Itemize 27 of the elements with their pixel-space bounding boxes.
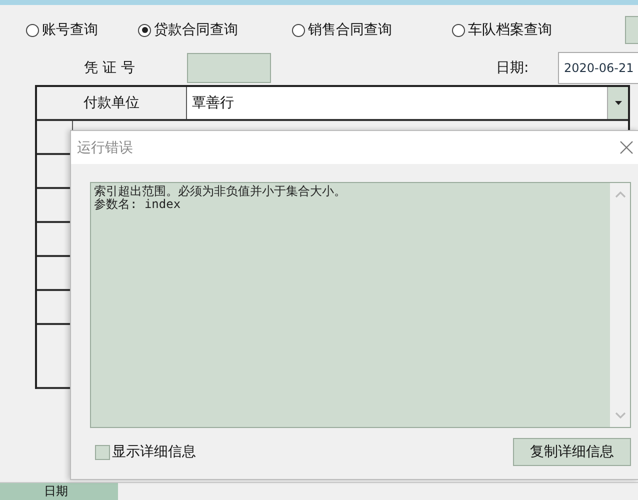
checkbox[interactable] bbox=[95, 444, 110, 460]
radio-label[interactable]: 销售合同查询 bbox=[308, 21, 392, 39]
radio-label[interactable]: 车队档案查询 bbox=[468, 21, 552, 39]
radio-button[interactable] bbox=[452, 24, 465, 36]
error-message-box[interactable]: 索引超出范围。必须为非负值并小于集合大小。 参数名: index bbox=[90, 182, 631, 428]
error-message-line: 索引超出范围。必须为非负值并小于集合大小。 bbox=[94, 185, 346, 198]
voucher-label: 凭 证 号 bbox=[84, 59, 136, 77]
dialog-title: 运行错误 bbox=[77, 138, 133, 156]
copy-details-button[interactable]: 复制详细信息 bbox=[513, 438, 631, 466]
date-field[interactable]: 2020-06-21 bbox=[558, 52, 638, 84]
scrollbar[interactable] bbox=[610, 183, 630, 427]
radio-button[interactable] bbox=[292, 24, 305, 36]
button[interactable] bbox=[625, 16, 638, 44]
scroll-down-icon[interactable] bbox=[614, 412, 626, 419]
close-icon[interactable] bbox=[620, 141, 633, 154]
payer-dropdown[interactable]: 覃善行 bbox=[187, 87, 628, 119]
radio-label[interactable]: 贷款合同查询 bbox=[154, 21, 238, 39]
column-header: 日期 bbox=[0, 483, 118, 500]
radio-button[interactable] bbox=[138, 24, 151, 36]
checkbox-label[interactable]: 显示详细信息 bbox=[112, 443, 196, 461]
voucher-field[interactable] bbox=[187, 53, 271, 83]
radio-label[interactable]: 账号查询 bbox=[42, 21, 98, 39]
error-message-line: 参数名: index bbox=[94, 198, 181, 211]
date-label: 日期: bbox=[496, 59, 530, 77]
radio-button[interactable] bbox=[26, 24, 39, 36]
dropdown-arrow-icon bbox=[614, 101, 622, 105]
scroll-up-icon[interactable] bbox=[614, 191, 626, 198]
